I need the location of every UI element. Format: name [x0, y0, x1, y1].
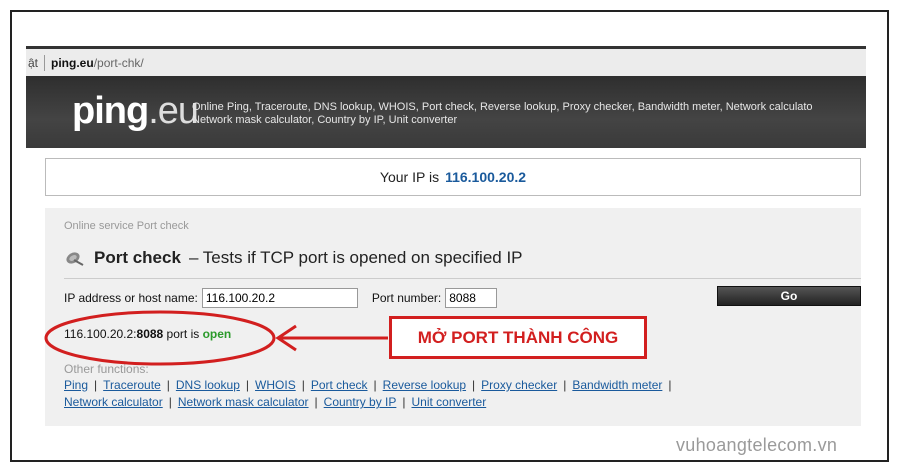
other-functions-label: Other functions:: [64, 362, 149, 376]
link-separator: |: [168, 395, 172, 409]
success-callout: MỞ PORT THÀNH CÔNG: [389, 316, 647, 359]
address-bar[interactable]: ật ping.eu/port-chk/: [26, 46, 866, 76]
result-mid: port is: [163, 327, 203, 341]
your-ip-prefix: Your IP is: [379, 169, 440, 185]
link-proxy-checker[interactable]: Proxy checker: [481, 378, 557, 392]
site-logo[interactable]: ping.eu: [72, 90, 199, 133]
tab-fragment: ật: [28, 55, 39, 70]
link-whois[interactable]: WHOIS: [255, 378, 296, 392]
your-ip-box: Your IP is 116.100.20.2: [45, 158, 861, 196]
your-ip-value: 116.100.20.2: [445, 169, 527, 185]
logo-bold: ping: [72, 90, 149, 132]
link-dns-lookup[interactable]: DNS lookup: [176, 378, 240, 392]
link-separator: |: [94, 378, 98, 392]
result-text: 116.100.20.2:8088 port is open: [64, 327, 231, 341]
port-check-form: IP address or host name: Port number:: [64, 288, 498, 308]
site-header: ping.eu Online Ping, Traceroute, DNS loo…: [26, 76, 866, 148]
link-separator: |: [402, 395, 406, 409]
link-separator: |: [301, 378, 305, 392]
url-host: ping.eu: [51, 55, 94, 70]
host-input[interactable]: [201, 288, 358, 308]
go-button[interactable]: Go: [717, 286, 861, 306]
page-title: Port check – Tests if TCP port is opened…: [64, 248, 523, 268]
link-network-mask-calculator[interactable]: Network mask calculator: [178, 395, 309, 409]
host-label: IP address or host name:: [64, 291, 198, 305]
address-separator: [44, 54, 46, 71]
link-bandwidth-meter[interactable]: Bandwidth meter: [572, 378, 662, 392]
link-unit-converter[interactable]: Unit converter: [412, 395, 487, 409]
port-input[interactable]: [445, 288, 498, 308]
result-host: 116.100.20.2:: [64, 327, 137, 341]
result-port: 8088: [136, 327, 164, 341]
other-functions-links: Ping | Traceroute | DNS lookup | WHOIS | Port ch…: [64, 377, 804, 411]
satellite-dish-icon: [66, 252, 84, 266]
title-description: – Tests if TCP port is opened on specifi…: [188, 248, 523, 267]
site-tagline: Online Ping, Traceroute, DNS lookup, WHO…: [192, 101, 866, 127]
link-separator: |: [472, 378, 476, 392]
link-separator: |: [563, 378, 567, 392]
logo-tld: .eu: [148, 90, 199, 132]
link-traceroute[interactable]: Traceroute: [103, 378, 161, 392]
port-label: Port number:: [371, 291, 442, 305]
link-separator: |: [245, 378, 250, 392]
url-path: /port-chk/: [93, 55, 144, 70]
link-separator: |: [166, 378, 170, 392]
watermark: vuhoangtelecom.vn: [676, 435, 838, 455]
service-label: Online service Port check: [64, 220, 189, 232]
divider: [64, 278, 861, 279]
tagline-line-2: Network mask calculator, Country by IP, …: [192, 114, 458, 126]
link-separator: |: [373, 378, 377, 392]
tagline-line-1: Online Ping, Traceroute, DNS lookup, WHO…: [192, 101, 813, 113]
link-ping[interactable]: Ping: [64, 378, 88, 392]
result-status: open: [202, 327, 232, 341]
link-port-check[interactable]: Port check: [311, 378, 368, 392]
link-separator: |: [668, 378, 672, 392]
link-country-by-ip[interactable]: Country by IP: [324, 395, 397, 409]
link-reverse-lookup[interactable]: Reverse lookup: [383, 378, 466, 392]
title-bold: Port check: [94, 248, 181, 267]
link-separator: |: [314, 395, 318, 409]
link-network-calculator[interactable]: Network calculator: [64, 395, 163, 409]
